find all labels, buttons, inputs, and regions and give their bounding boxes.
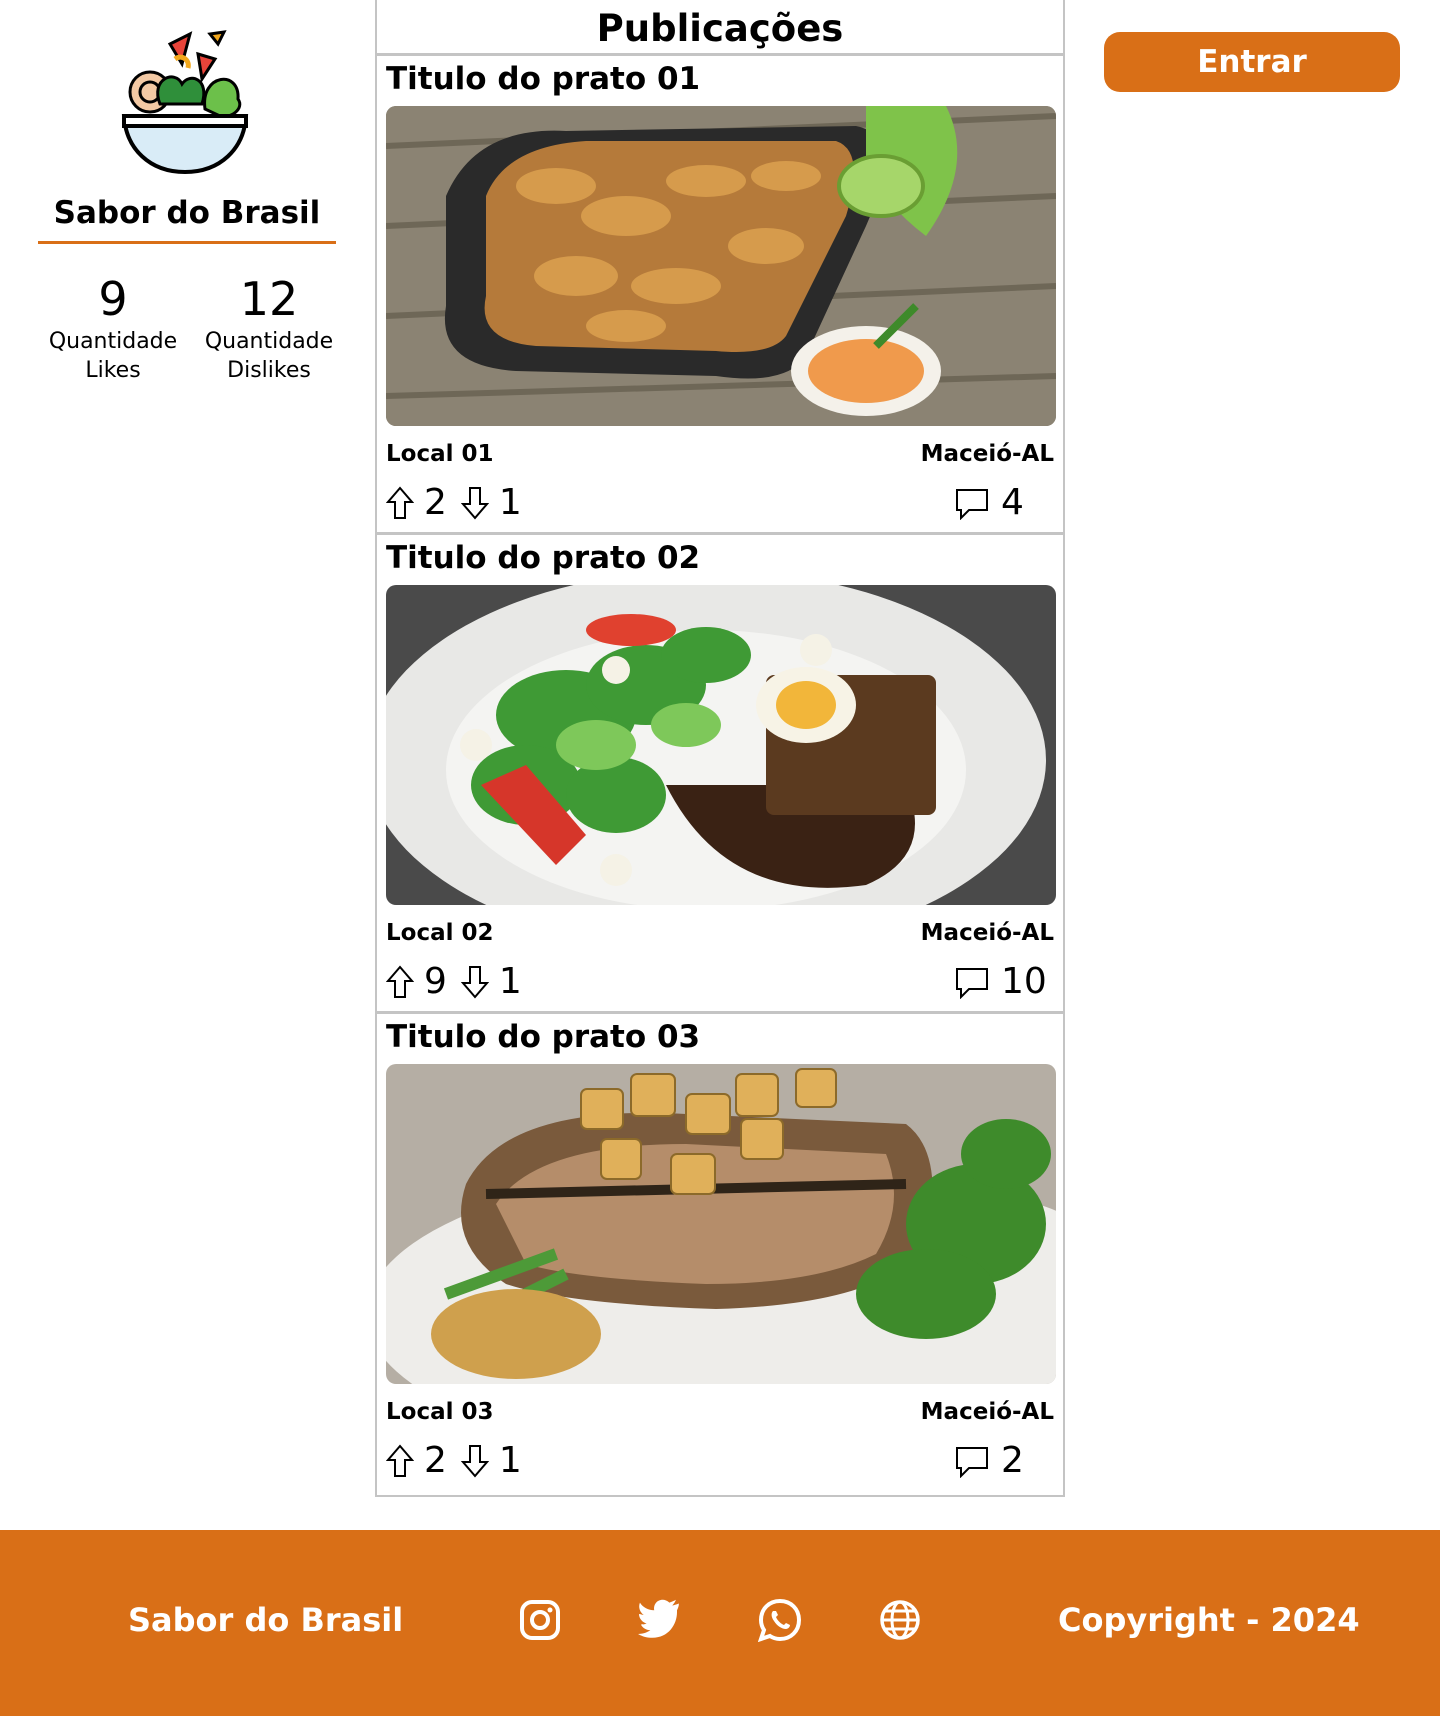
- footer: Sabor do Brasil Copyright - 2024: [0, 1530, 1440, 1716]
- globe-icon[interactable]: [878, 1598, 922, 1642]
- post-comments[interactable]: 2: [955, 1440, 1024, 1481]
- downvote-arrow-icon[interactable]: [460, 486, 489, 520]
- post-votes: 9 1: [386, 961, 536, 1002]
- likes-stat: 9 Quantidade Likes: [38, 272, 188, 385]
- post-title[interactable]: Titulo do prato 02: [386, 538, 700, 578]
- post-card[interactable]: Titulo do prato 01 Local 01 Maceió-AL 2 …: [377, 56, 1063, 535]
- downvote-arrow-icon[interactable]: [460, 1444, 489, 1478]
- upvote-arrow-icon[interactable]: [386, 1443, 414, 1478]
- post-local: Local 03: [386, 1399, 494, 1425]
- post-title[interactable]: Titulo do prato 03: [386, 1017, 700, 1057]
- instagram-icon[interactable]: [518, 1598, 562, 1642]
- feed-title: Publicações: [377, 0, 1063, 56]
- post-city: Maceió-AL: [920, 920, 1054, 946]
- brand-divider: [38, 241, 336, 244]
- footer-brand: Sabor do Brasil: [128, 1601, 404, 1639]
- downvote-count: 1: [498, 1440, 522, 1481]
- post-card[interactable]: Titulo do prato 02 Local 02 Maceió-AL 9 …: [377, 535, 1063, 1014]
- upvote-arrow-icon[interactable]: [386, 485, 414, 520]
- dislikes-stat: 12 Quantidade Dislikes: [194, 272, 344, 385]
- post-votes: 2 1: [386, 1440, 536, 1481]
- salad-bowl-logo-icon: [120, 24, 250, 176]
- downvote-count: 1: [498, 482, 522, 523]
- post-image-grilled-pork[interactable]: [386, 1064, 1056, 1384]
- post-local: Local 02: [386, 920, 494, 946]
- upvote-count: 2: [424, 482, 447, 523]
- comment-bubble-icon[interactable]: [955, 486, 989, 520]
- dislikes-count: 12: [239, 272, 299, 326]
- downvote-arrow-icon[interactable]: [460, 965, 489, 999]
- post-votes: 2 1: [386, 482, 536, 523]
- footer-copyright: Copyright - 2024: [1058, 1601, 1360, 1639]
- post-image-fried-fish[interactable]: [386, 106, 1056, 426]
- comment-bubble-icon[interactable]: [955, 1444, 989, 1478]
- comment-count: 10: [1001, 961, 1047, 1002]
- comment-count: 2: [1001, 1440, 1024, 1481]
- brand-name: Sabor do Brasil: [53, 195, 321, 231]
- likes-label-line2: Likes: [85, 358, 141, 384]
- upvote-count: 2: [424, 1440, 447, 1481]
- upvote-count: 9: [424, 961, 447, 1002]
- post-image-salad-plate[interactable]: [386, 585, 1056, 905]
- dislikes-label-line1: Quantidade: [204, 329, 334, 355]
- post-comments[interactable]: 4: [955, 482, 1024, 523]
- comment-bubble-icon[interactable]: [955, 965, 989, 999]
- twitter-icon[interactable]: [638, 1598, 682, 1642]
- post-local: Local 01: [386, 441, 494, 467]
- post-comments[interactable]: 10: [955, 961, 1047, 1002]
- likes-count: 9: [98, 272, 128, 326]
- publications-feed: Publicações Titulo do prato 01 Local 01 …: [375, 0, 1065, 1497]
- post-city: Maceió-AL: [920, 441, 1054, 467]
- whatsapp-icon[interactable]: [758, 1598, 802, 1642]
- post-city: Maceió-AL: [920, 1399, 1054, 1425]
- downvote-count: 1: [498, 961, 522, 1002]
- login-button[interactable]: Entrar: [1104, 32, 1400, 92]
- dislikes-label-line2: Dislikes: [227, 358, 311, 384]
- comment-count: 4: [1001, 482, 1024, 523]
- post-card[interactable]: Titulo do prato 03 Local 03 Maceió-AL 2 …: [377, 1014, 1063, 1493]
- likes-label-line1: Quantidade: [48, 329, 178, 355]
- upvote-arrow-icon[interactable]: [386, 964, 414, 999]
- post-title[interactable]: Titulo do prato 01: [386, 59, 700, 99]
